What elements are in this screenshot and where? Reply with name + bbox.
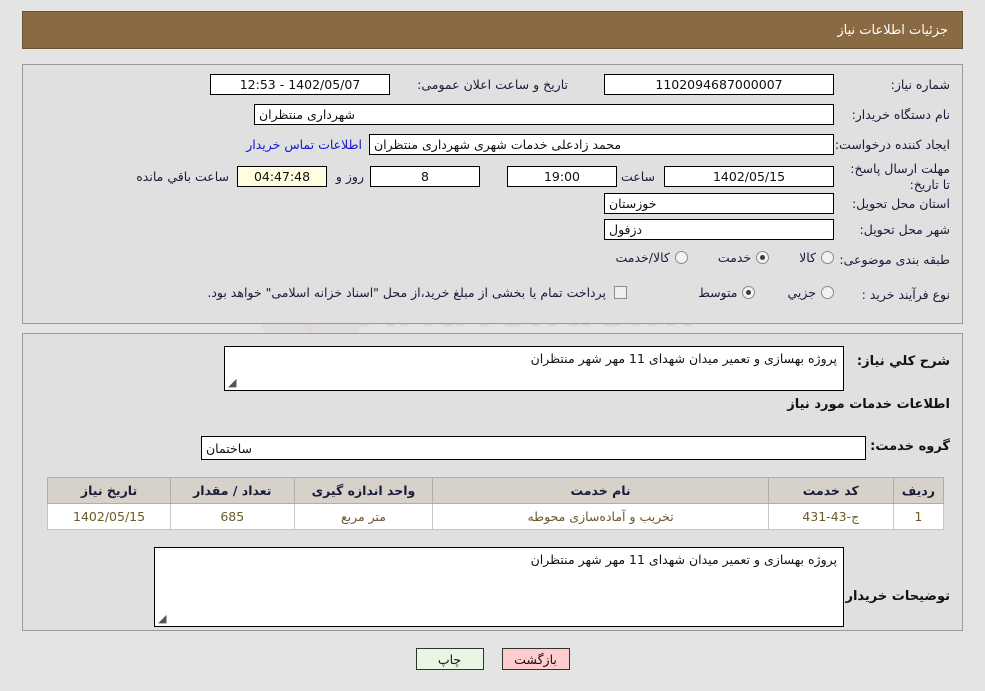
general-description-textarea[interactable]: پروژه بهسازی و تعمیر میدان شهدای 11 مهر … [224,346,844,391]
radio-circle-icon[interactable] [674,251,688,264]
th-service-code: کد خدمت [767,477,894,504]
table-row: 1 ج-43-431 تخریب و آماده‌سازی محوطه متر … [46,503,945,530]
deadline-time-field[interactable]: 19:00 [507,166,617,187]
cell-service-name: تخریب و آماده‌سازی محوطه [432,503,769,530]
th-need-date: تاریخ نیاز [46,477,172,504]
request-creator-row: ایجاد کننده درخواست: [835,137,950,152]
table-header-row: ردیف کد خدمت نام خدمت واحد اندازه گیری ت… [46,477,945,504]
services-heading: اطلاعات خدمات مورد نیاز [787,397,950,412]
page-title: جزئیات اطلاعات نیاز [837,22,948,38]
cell-service-code: ج-43-431 [767,503,894,530]
radio-circle-selected-icon[interactable] [756,251,770,264]
radio-subject-kala[interactable]: کالا [799,250,834,265]
print-button[interactable]: چاپ [415,648,484,670]
buyer-org-field[interactable]: شهرداری منتظران [254,104,834,125]
cell-index: 1 [892,503,945,530]
services-heading-row: اطلاعات خدمات مورد نیاز [787,397,950,412]
deadline-time-label: ساعت [620,169,655,184]
subject-category-label: طبقه بندی موضوعی: [839,252,950,267]
radio-circle-selected-icon[interactable] [742,286,756,299]
need-number-field[interactable]: 1102094687000007 [604,74,834,95]
buyer-notes-row: توضیحات خریدار: [840,589,950,604]
purchase-process-label: نوع فرآیند خرید : [861,287,950,302]
radio-label: خدمت [717,250,752,265]
general-description-value: پروژه بهسازی و تعمیر میدان شهدای 11 مهر … [530,351,837,366]
treasury-checkbox[interactable] [614,286,627,299]
treasury-note-text: پرداخت تمام یا بخشی از مبلغ خرید،از محل … [207,285,606,300]
request-creator-field[interactable]: محمد زادعلی خدمات شهری شهرداری منتظران [369,134,834,155]
buyer-notes-label: توضیحات خریدار: [840,589,950,604]
delivery-province-field[interactable]: خوزستان [604,193,834,214]
purchase-process-row: نوع فرآیند خرید : [862,287,950,302]
th-unit: واحد اندازه گیری [293,477,434,504]
resize-grip-icon[interactable]: ◣ [228,376,238,389]
deadline-label-row: مهلت ارسال پاسخ: تا تاریخ: [840,160,950,192]
cell-quantity: 685 [170,503,295,530]
cell-need-date: 1402/05/15 [46,503,172,530]
radio-process-motavasset[interactable]: متوسط [698,285,756,300]
subject-category-row: طبقه بندی موضوعی: [839,252,950,267]
radio-label: متوسط [698,285,738,300]
subject-category-options: کالا خدمت کالا/خدمت [615,250,834,265]
announcement-datetime-field[interactable]: 1402/05/07 - 12:53 [210,74,390,95]
buyer-org-label: نام دستگاه خریدار: [851,107,950,122]
treasury-note-row: پرداخت تمام یا بخشی از مبلغ خرید،از محل … [207,285,627,300]
service-group-label: گروه خدمت: [870,439,950,454]
services-table: ردیف کد خدمت نام خدمت واحد اندازه گیری ت… [46,477,945,530]
general-description-row: شرح كلي نياز: [857,354,950,369]
radio-circle-icon[interactable] [821,286,834,299]
th-service-name: نام خدمت [432,477,769,504]
purchase-process-options: جزیي متوسط [698,285,834,300]
page-header: جزئیات اطلاعات نیاز [22,11,963,49]
radio-label: جزیي [787,285,816,300]
announcement-datetime-label-row: تاریخ و ساعت اعلان عمومی: [417,77,568,92]
radio-label: کالا/خدمت [615,250,670,265]
delivery-city-label: شهر محل تحویل: [859,222,950,237]
back-button[interactable]: بازگشت [501,648,570,670]
service-group-row: گروه خدمت: [870,439,950,454]
need-number-row: شماره نیاز: [891,77,950,92]
radio-process-jozi[interactable]: جزیي [787,285,834,300]
announcement-datetime-label: تاریخ و ساعت اعلان عمومی: [417,77,568,92]
countdown-label: ساعت باقي مانده [136,169,229,184]
deadline-days-label: روز و [335,169,364,184]
radio-circle-icon[interactable] [821,251,834,264]
countdown-field: 04:47:48 [237,166,327,187]
th-quantity: تعداد / مقدار [170,477,295,504]
th-index: ردیف [892,477,945,504]
delivery-city-field[interactable]: دزفول [604,219,834,240]
footer-button-bar: بازگشت چاپ [0,648,985,670]
delivery-province-label: استان محل تحویل: [851,196,950,211]
buyer-notes-value: پروژه بهسازی و تعمیر میدان شهدای 11 مهر … [530,552,837,567]
radio-subject-khedmat[interactable]: خدمت [717,250,770,265]
radio-subject-kala-khedmat[interactable]: کالا/خدمت [615,250,688,265]
need-summary-panel: شماره نیاز: 1102094687000007 تاریخ و ساع… [22,64,963,324]
delivery-city-row: شهر محل تحویل: [860,222,950,237]
buyer-contact-link[interactable]: اطلاعات تماس خریدار [246,137,362,152]
cell-unit: متر مربع [293,503,434,530]
radio-label: کالا [799,250,816,265]
delivery-province-row: استان محل تحویل: [852,196,950,211]
need-detail-panel: شرح كلي نياز: پروژه بهسازی و تعمیر میدان… [22,333,963,631]
request-creator-label: ایجاد کننده درخواست: [834,137,950,152]
general-description-label: شرح كلي نياز: [856,354,950,369]
deadline-label: مهلت ارسال پاسخ: تا تاریخ: [850,161,950,192]
deadline-days-field[interactable]: 8 [370,166,480,187]
need-number-label: شماره نیاز: [890,77,950,92]
service-group-field[interactable]: ساختمان [201,436,866,460]
buyer-org-row: نام دستگاه خریدار: [852,107,950,122]
resize-grip-icon[interactable]: ◣ [158,612,168,625]
buyer-notes-textarea[interactable]: پروژه بهسازی و تعمیر میدان شهدای 11 مهر … [154,547,844,627]
deadline-date-field[interactable]: 1402/05/15 [664,166,834,187]
